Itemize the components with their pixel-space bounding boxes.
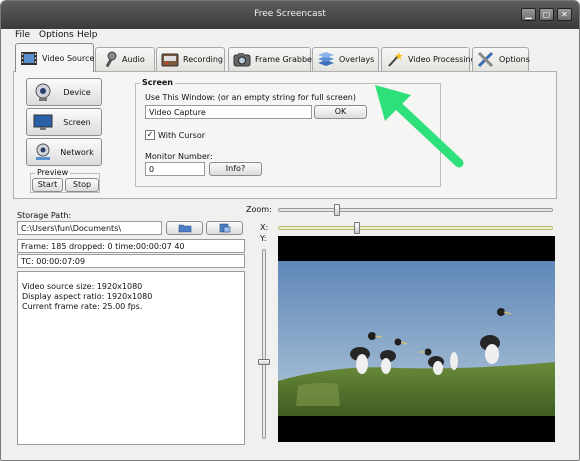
open-location-icon (219, 223, 230, 233)
tab-label: Recording (183, 55, 224, 64)
zoom-slider-thumb[interactable] (334, 204, 340, 216)
annotation-arrow-icon (375, 85, 464, 168)
browse-folder-button[interactable] (166, 221, 203, 235)
with-cursor-label: With Cursor (158, 131, 206, 140)
monitor-number-input[interactable]: 0 (145, 162, 205, 176)
frame-status: Frame: 185 dropped: 0 time:00:00:07 40 (17, 239, 245, 253)
microphone-icon (106, 51, 117, 67)
tab-label: Options (499, 55, 530, 64)
screen-button[interactable]: Screen (26, 108, 102, 136)
tab-overlays[interactable]: Overlays (312, 47, 379, 71)
info-line: Display aspect ratio: 1920x1080 (22, 292, 153, 301)
menu-help[interactable]: Help (77, 30, 98, 40)
tab-label: Audio (122, 55, 145, 64)
network-camera-icon (36, 143, 50, 160)
info-line: Video source size: 1920x1080 (22, 282, 143, 291)
monitor-number-label: Monitor Number: (145, 152, 213, 161)
tab-label: Video Source (42, 54, 95, 63)
tab-audio[interactable]: Audio (95, 47, 155, 71)
zoom-label: Zoom: (246, 205, 272, 214)
tab-recording[interactable]: Recording (156, 47, 225, 71)
recorder-icon (161, 53, 179, 67)
x-slider-track[interactable] (278, 226, 553, 230)
webcam-icon (35, 83, 51, 101)
menu-bar: File Options Help (1, 29, 579, 43)
preview-start-button[interactable]: Start (32, 178, 63, 192)
video-source-panel: Device Screen Network Preview Start Stop… (13, 71, 557, 199)
storage-path-input[interactable]: C:\Users\fun\Documents\ (17, 221, 162, 235)
folder-icon (178, 224, 191, 233)
open-folder-button[interactable] (206, 221, 243, 235)
tab-video-source[interactable]: Video Source (15, 43, 94, 72)
device-label: Device (63, 88, 91, 97)
window-name-input[interactable]: Video Capture (145, 105, 312, 119)
use-window-label: Use This Window: (or an empty string for… (145, 93, 356, 102)
tools-icon (477, 51, 494, 68)
screen-label: Screen (63, 118, 91, 127)
tab-bar: Video Source Audio Recording Frame Grabb… (1, 43, 579, 72)
camera-icon (233, 53, 251, 67)
preview-stop-button[interactable]: Stop (65, 178, 99, 192)
tab-label: Overlays (339, 55, 375, 64)
source-info-box: Video source size: 1920x1080 Display asp… (17, 271, 245, 445)
network-button[interactable]: Network (26, 138, 102, 166)
timecode-status: TC: 00:00:07:09 (17, 254, 245, 268)
film-icon (21, 52, 37, 65)
title-bar[interactable]: Free Screencast ▁ ▢ ✕ (1, 1, 579, 29)
maximize-button[interactable]: ▢ (539, 8, 554, 21)
layers-icon (318, 52, 334, 66)
screen-group-title: Screen (140, 78, 175, 87)
device-button[interactable]: Device (26, 78, 102, 106)
tab-label: Frame Grabber (255, 55, 316, 64)
x-label: X: (260, 223, 269, 232)
preview-frame-image (278, 236, 555, 442)
video-preview (278, 236, 555, 442)
ok-button[interactable]: OK (314, 105, 367, 119)
tab-options[interactable]: Options (472, 47, 530, 71)
y-label: Y: (260, 234, 267, 243)
menu-options[interactable]: Options (39, 30, 74, 40)
close-button[interactable]: ✕ (557, 8, 572, 21)
menu-file[interactable]: File (15, 30, 30, 40)
tab-video-processing[interactable]: Video Processing (381, 47, 476, 71)
window-title: Free Screencast (254, 9, 326, 19)
preview-label: Preview (35, 168, 71, 177)
minimize-button[interactable]: ▁ (521, 8, 536, 21)
monitor-icon (33, 114, 53, 130)
network-label: Network (60, 148, 94, 157)
wand-icon (388, 52, 403, 67)
with-cursor-checkbox[interactable]: ✓ (145, 130, 155, 140)
x-slider-thumb[interactable] (354, 222, 360, 234)
y-slider-thumb[interactable] (258, 359, 270, 365)
tab-label: Video Processing (408, 55, 476, 64)
app-window: Free Screencast ▁ ▢ ✕ File Options Help … (0, 0, 580, 461)
info-button[interactable]: Info? (209, 162, 262, 176)
storage-path-label: Storage Path: (17, 211, 72, 220)
tab-frame-grabber[interactable]: Frame Grabber (228, 47, 315, 71)
y-slider-track[interactable] (262, 249, 266, 439)
info-line: Current frame rate: 25.00 fps. (22, 302, 143, 311)
zoom-slider-track[interactable] (278, 208, 553, 212)
